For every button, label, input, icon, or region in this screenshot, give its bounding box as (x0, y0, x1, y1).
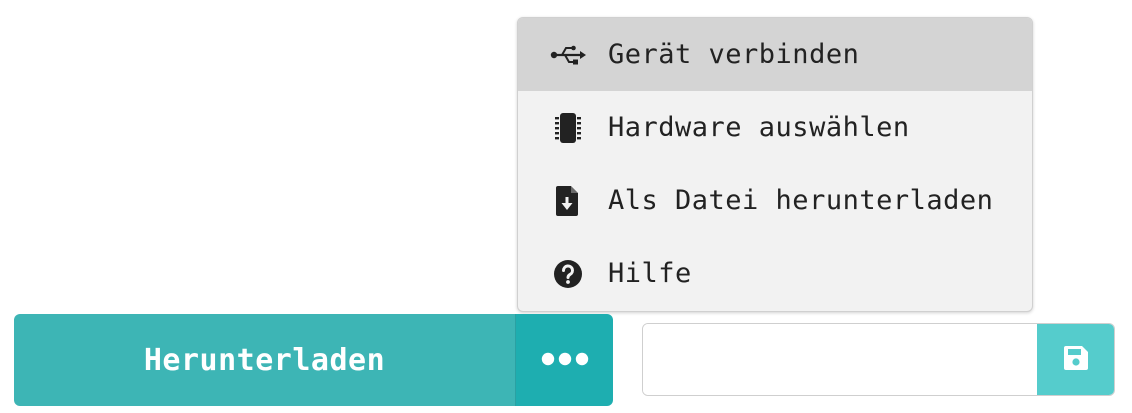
menu-item-select-hardware[interactable]: Hardware auswählen (518, 91, 1032, 164)
menu-item-label: Als Datei herunterladen (608, 185, 994, 216)
filename-group (642, 323, 1115, 396)
menu-item-label: Hilfe (608, 258, 692, 289)
more-dots-icon (541, 351, 589, 370)
menu-item-label: Hardware auswählen (608, 112, 910, 143)
filename-input[interactable] (643, 324, 1037, 395)
chip-icon (550, 110, 586, 146)
usb-icon (550, 37, 586, 73)
menu-item-download-file[interactable]: Als Datei herunterladen (518, 164, 1032, 237)
menu-item-label: Gerät verbinden (608, 39, 860, 70)
save-button[interactable] (1037, 324, 1114, 395)
save-icon (1063, 345, 1088, 374)
file-download-icon (550, 183, 586, 219)
menu-item-connect-device[interactable]: Gerät verbinden (518, 18, 1032, 91)
editor-toolbar-area: Gerät verbinden Hardware auswählen Als D… (0, 0, 1132, 413)
menu-item-help[interactable]: Hilfe (518, 237, 1032, 310)
download-button-group: Herunterladen (14, 314, 613, 406)
download-options-menu: Gerät verbinden Hardware auswählen Als D… (517, 17, 1033, 312)
download-button[interactable]: Herunterladen (14, 314, 515, 406)
help-circle-icon (550, 256, 586, 292)
more-options-button[interactable] (515, 314, 613, 406)
